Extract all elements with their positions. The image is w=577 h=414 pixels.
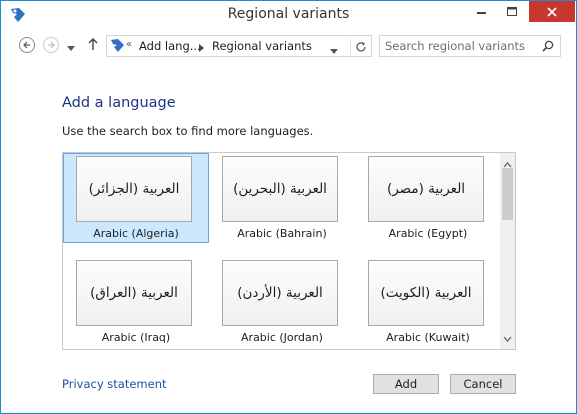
regional-variants-window: Regional variants « Add lang... Regional… — [0, 0, 577, 414]
language-label: Arabic (Bahrain) — [237, 227, 327, 240]
breadcrumb-add-language[interactable]: Add lang... — [139, 39, 201, 53]
close-button[interactable] — [529, 1, 575, 22]
page-subtitle: Use the search box to find more language… — [62, 124, 314, 138]
language-native-name: العربية (الكويت) — [368, 260, 484, 326]
language-tile-kuwait[interactable]: العربية (الكويت) Arabic (Kuwait) — [355, 257, 501, 347]
title-bar: Regional variants — [1, 1, 576, 29]
language-tile-egypt[interactable]: العربية (مصر) Arabic (Egypt) — [355, 153, 501, 243]
language-list[interactable]: العربية (الجزائر) Arabic (Algeria) العرب… — [62, 152, 516, 350]
control-panel-icon — [110, 38, 125, 56]
minimize-icon — [477, 11, 486, 14]
language-native-name: العربية (الجزائر) — [76, 156, 192, 222]
language-native-name: العربية (العراق) — [76, 260, 192, 326]
search-placeholder: Search regional variants — [385, 39, 526, 53]
chevron-down-icon — [330, 49, 338, 54]
breadcrumb-regional-variants[interactable]: Regional variants — [212, 39, 312, 53]
breadcrumb-separator-icon[interactable] — [199, 41, 205, 55]
chevron-down-icon — [503, 336, 512, 342]
search-input[interactable]: Search regional variants — [379, 35, 561, 57]
language-label: Arabic (Jordan) — [241, 331, 323, 344]
language-native-name: العربية (البحرين) — [222, 156, 338, 222]
language-tile-bahrain[interactable]: العربية (البحرين) Arabic (Bahrain) — [209, 153, 355, 243]
language-label: Arabic (Kuwait) — [386, 331, 470, 344]
refresh-icon — [356, 42, 366, 52]
minimize-button[interactable] — [468, 1, 496, 22]
language-label: Arabic (Iraq) — [101, 331, 171, 344]
language-tile-algeria[interactable]: العربية (الجزائر) Arabic (Algeria) — [63, 153, 209, 243]
language-label: Arabic (Algeria) — [93, 227, 179, 240]
language-native-name: العربية (مصر) — [368, 156, 484, 222]
language-tile-jordan[interactable]: العربية (الأردن) Arabic (Jordan) — [209, 257, 355, 347]
add-button[interactable]: Add — [373, 374, 439, 394]
navigation-bar: « Add lang... Regional variants Search r… — [1, 31, 576, 61]
breadcrumb-overflow[interactable]: « — [126, 39, 132, 50]
maximize-icon — [507, 6, 517, 16]
address-bar[interactable]: « Add lang... Regional variants — [106, 35, 372, 57]
page-heading: Add a language — [62, 95, 176, 111]
forward-button[interactable] — [43, 37, 59, 53]
close-icon — [547, 6, 557, 17]
chevron-down-icon — [67, 46, 75, 51]
privacy-statement-link[interactable]: Privacy statement — [62, 377, 167, 391]
vertical-scrollbar[interactable] — [500, 153, 515, 349]
language-tile-iraq[interactable]: العربية (العراق) Arabic (Iraq) — [63, 257, 209, 347]
arrow-up-icon — [88, 38, 98, 50]
up-button[interactable] — [87, 37, 99, 54]
refresh-button[interactable] — [350, 39, 371, 55]
language-native-name: العربية (الأردن) — [222, 260, 338, 326]
recent-locations-button[interactable] — [67, 41, 75, 55]
maximize-button[interactable] — [498, 1, 526, 22]
scrollbar-thumb[interactable] — [502, 168, 513, 220]
cancel-button[interactable]: Cancel — [450, 374, 516, 394]
back-button[interactable] — [19, 37, 35, 53]
scroll-down-button[interactable] — [503, 331, 512, 345]
arrow-right-icon — [48, 41, 55, 49]
arrow-left-icon — [23, 41, 30, 49]
language-label: Arabic (Egypt) — [388, 227, 468, 240]
search-icon[interactable] — [542, 40, 554, 55]
address-dropdown-button[interactable] — [330, 43, 338, 57]
